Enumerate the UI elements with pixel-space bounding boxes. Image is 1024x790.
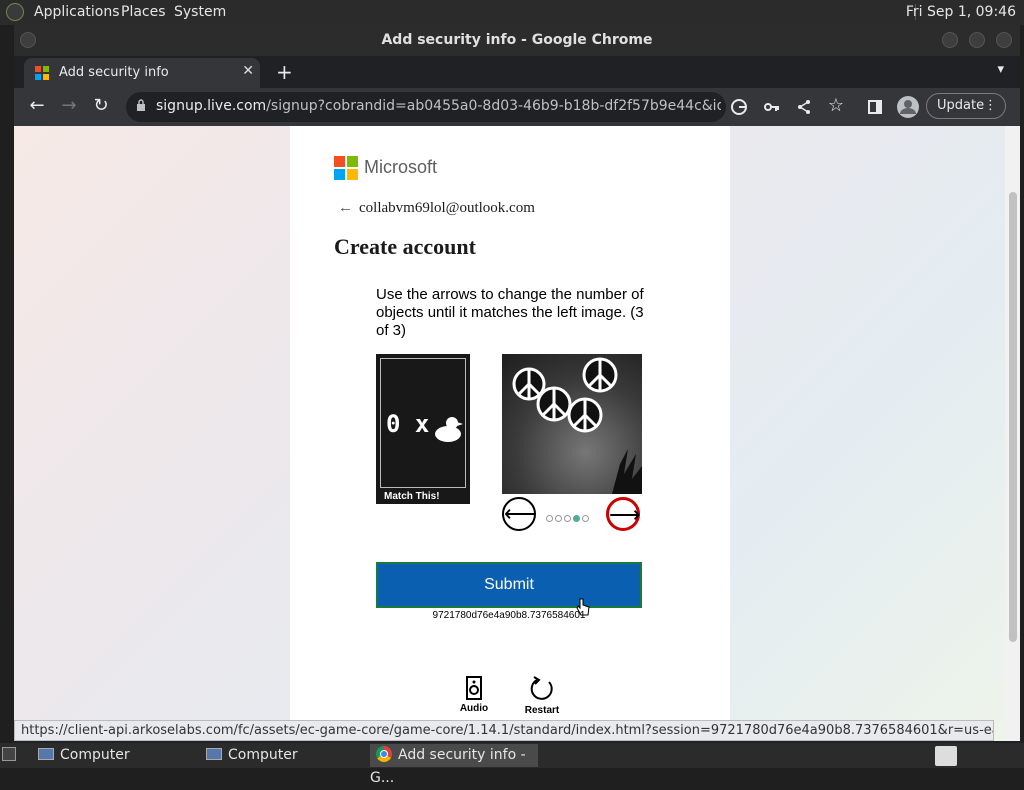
window-title: Add security info - Google Chrome: [381, 32, 653, 48]
dot-indicator: [546, 515, 553, 522]
speaker-icon: [466, 676, 482, 700]
page-scrollbar[interactable]: [1005, 126, 1020, 741]
url-text[interactable]: signup.live.com/signup?cobrandid=ab0455a…: [156, 98, 721, 114]
window-titlebar[interactable]: Add security info - Google Chrome: [14, 25, 1020, 56]
top-panel: Applications Places System Fri Sep 1, 09…: [0, 0, 1024, 25]
clock[interactable]: Fri Sep 1, 09:46: [906, 4, 1016, 20]
maximize-icon[interactable]: [969, 32, 985, 48]
pagination-dots: [546, 509, 591, 527]
taskbar-label: Computer: [60, 747, 130, 763]
places-menu[interactable]: Places: [121, 4, 166, 20]
back-button[interactable]: ←: [25, 95, 49, 116]
back-email-link[interactable]: ← collabvm69lol@outlook.com: [338, 200, 535, 217]
new-tab-button[interactable]: +: [276, 60, 293, 84]
close-window-icon[interactable]: [996, 32, 1012, 48]
update-label: Update: [937, 98, 985, 113]
forward-button[interactable]: →: [57, 95, 81, 116]
account-email: collabvm69lol@outlook.com: [359, 200, 535, 216]
browser-toolbar: ← → ↻ signup.live.com/signup?cobrandid=a…: [14, 88, 1020, 126]
dot-indicator: [582, 515, 589, 522]
scrollbar-thumb[interactable]: [1009, 192, 1017, 642]
target-count: 0 x: [386, 410, 430, 438]
tray-chrome-icon[interactable]: [935, 746, 957, 766]
google-lens-icon[interactable]: [731, 99, 747, 115]
next-arrow-button[interactable]: ⟶: [606, 497, 641, 531]
submit-button[interactable]: Submit: [376, 562, 642, 608]
bottom-taskbar: Computer Computer Add security info - G.…: [0, 743, 1024, 786]
share-icon[interactable]: [796, 99, 812, 115]
applications-menu[interactable]: Applications: [34, 4, 120, 20]
taskbar-label: Computer: [228, 747, 298, 763]
captcha-challenge: Use the arrows to change the number of o…: [376, 286, 646, 531]
previous-arrow-button[interactable]: ⟵: [502, 497, 536, 531]
status-link-bubble: https://client-api.arkoselabs.com/fc/ass…: [14, 720, 994, 741]
audio-label: Audio: [459, 703, 489, 714]
address-bar[interactable]: signup.live.com/signup?cobrandid=ab0455a…: [126, 92, 726, 122]
brand-name: Microsoft: [364, 157, 438, 177]
audio-button[interactable]: Audio: [444, 676, 504, 714]
object-count-image: [502, 354, 642, 494]
profile-avatar-icon[interactable]: [897, 96, 919, 118]
dot-indicator: [555, 515, 562, 522]
dot-indicator: [564, 515, 571, 522]
dot-indicator-active: [573, 515, 580, 522]
taskbar-item-computer[interactable]: Computer: [30, 744, 190, 767]
key-icon[interactable]: [764, 100, 780, 114]
peace-sign-objects-icon: [512, 357, 642, 494]
microsoft-logo-icon: [334, 156, 358, 180]
side-panel-icon[interactable]: [868, 100, 882, 114]
system-menu[interactable]: System: [174, 4, 226, 20]
back-arrow-icon[interactable]: ←: [338, 200, 353, 216]
restart-icon: [530, 676, 553, 700]
computer-icon: [38, 748, 54, 760]
computer-icon: [206, 748, 222, 760]
tab-search-chevron-icon[interactable]: ▾: [997, 62, 1004, 77]
reload-button[interactable]: ↻: [89, 95, 113, 116]
window-menu-icon[interactable]: [20, 32, 36, 48]
restart-button[interactable]: Restart: [512, 676, 572, 716]
tab-title: Add security info: [59, 65, 169, 80]
lock-icon[interactable]: [136, 99, 146, 111]
signup-card: Microsoft ← collabvm69lol@outlook.com Cre…: [290, 126, 730, 741]
more-menu-icon[interactable]: ⋮: [984, 94, 997, 118]
update-button[interactable]: Update ⋮: [926, 93, 1006, 119]
tab-close-icon[interactable]: ✕: [242, 63, 254, 79]
restart-label: Restart: [524, 705, 560, 716]
duck-icon: [435, 417, 463, 442]
taskbar-label: Add security info - G...: [370, 747, 526, 786]
page-viewport: Microsoft ← collabvm69lol@outlook.com Cre…: [14, 126, 1020, 741]
match-this-caption: Match This!: [384, 491, 440, 502]
taskbar-item-chrome[interactable]: Add security info - G...: [370, 744, 538, 786]
captcha-instruction: Use the arrows to change the number of o…: [376, 286, 644, 339]
target-image: 0 x Match This!: [376, 354, 470, 504]
bookmark-star-icon[interactable]: ☆: [824, 95, 848, 116]
tab-strip: Add security info ✕ + ▾: [14, 56, 1020, 88]
chrome-icon: [376, 746, 392, 762]
distro-logo-icon[interactable]: [6, 3, 24, 21]
microsoft-favicon-icon: [35, 66, 49, 80]
page-title: Create account: [334, 234, 476, 259]
browser-window: Add security info - Google Chrome Add se…: [14, 25, 1020, 743]
tab-add-security-info[interactable]: Add security info ✕: [24, 58, 260, 88]
minimize-icon[interactable]: [942, 32, 958, 48]
session-id: 9721780d76e4a90b8.7376584601: [432, 610, 586, 621]
show-desktop-icon[interactable]: [2, 747, 16, 761]
taskbar-item-computer[interactable]: Computer: [198, 744, 358, 767]
